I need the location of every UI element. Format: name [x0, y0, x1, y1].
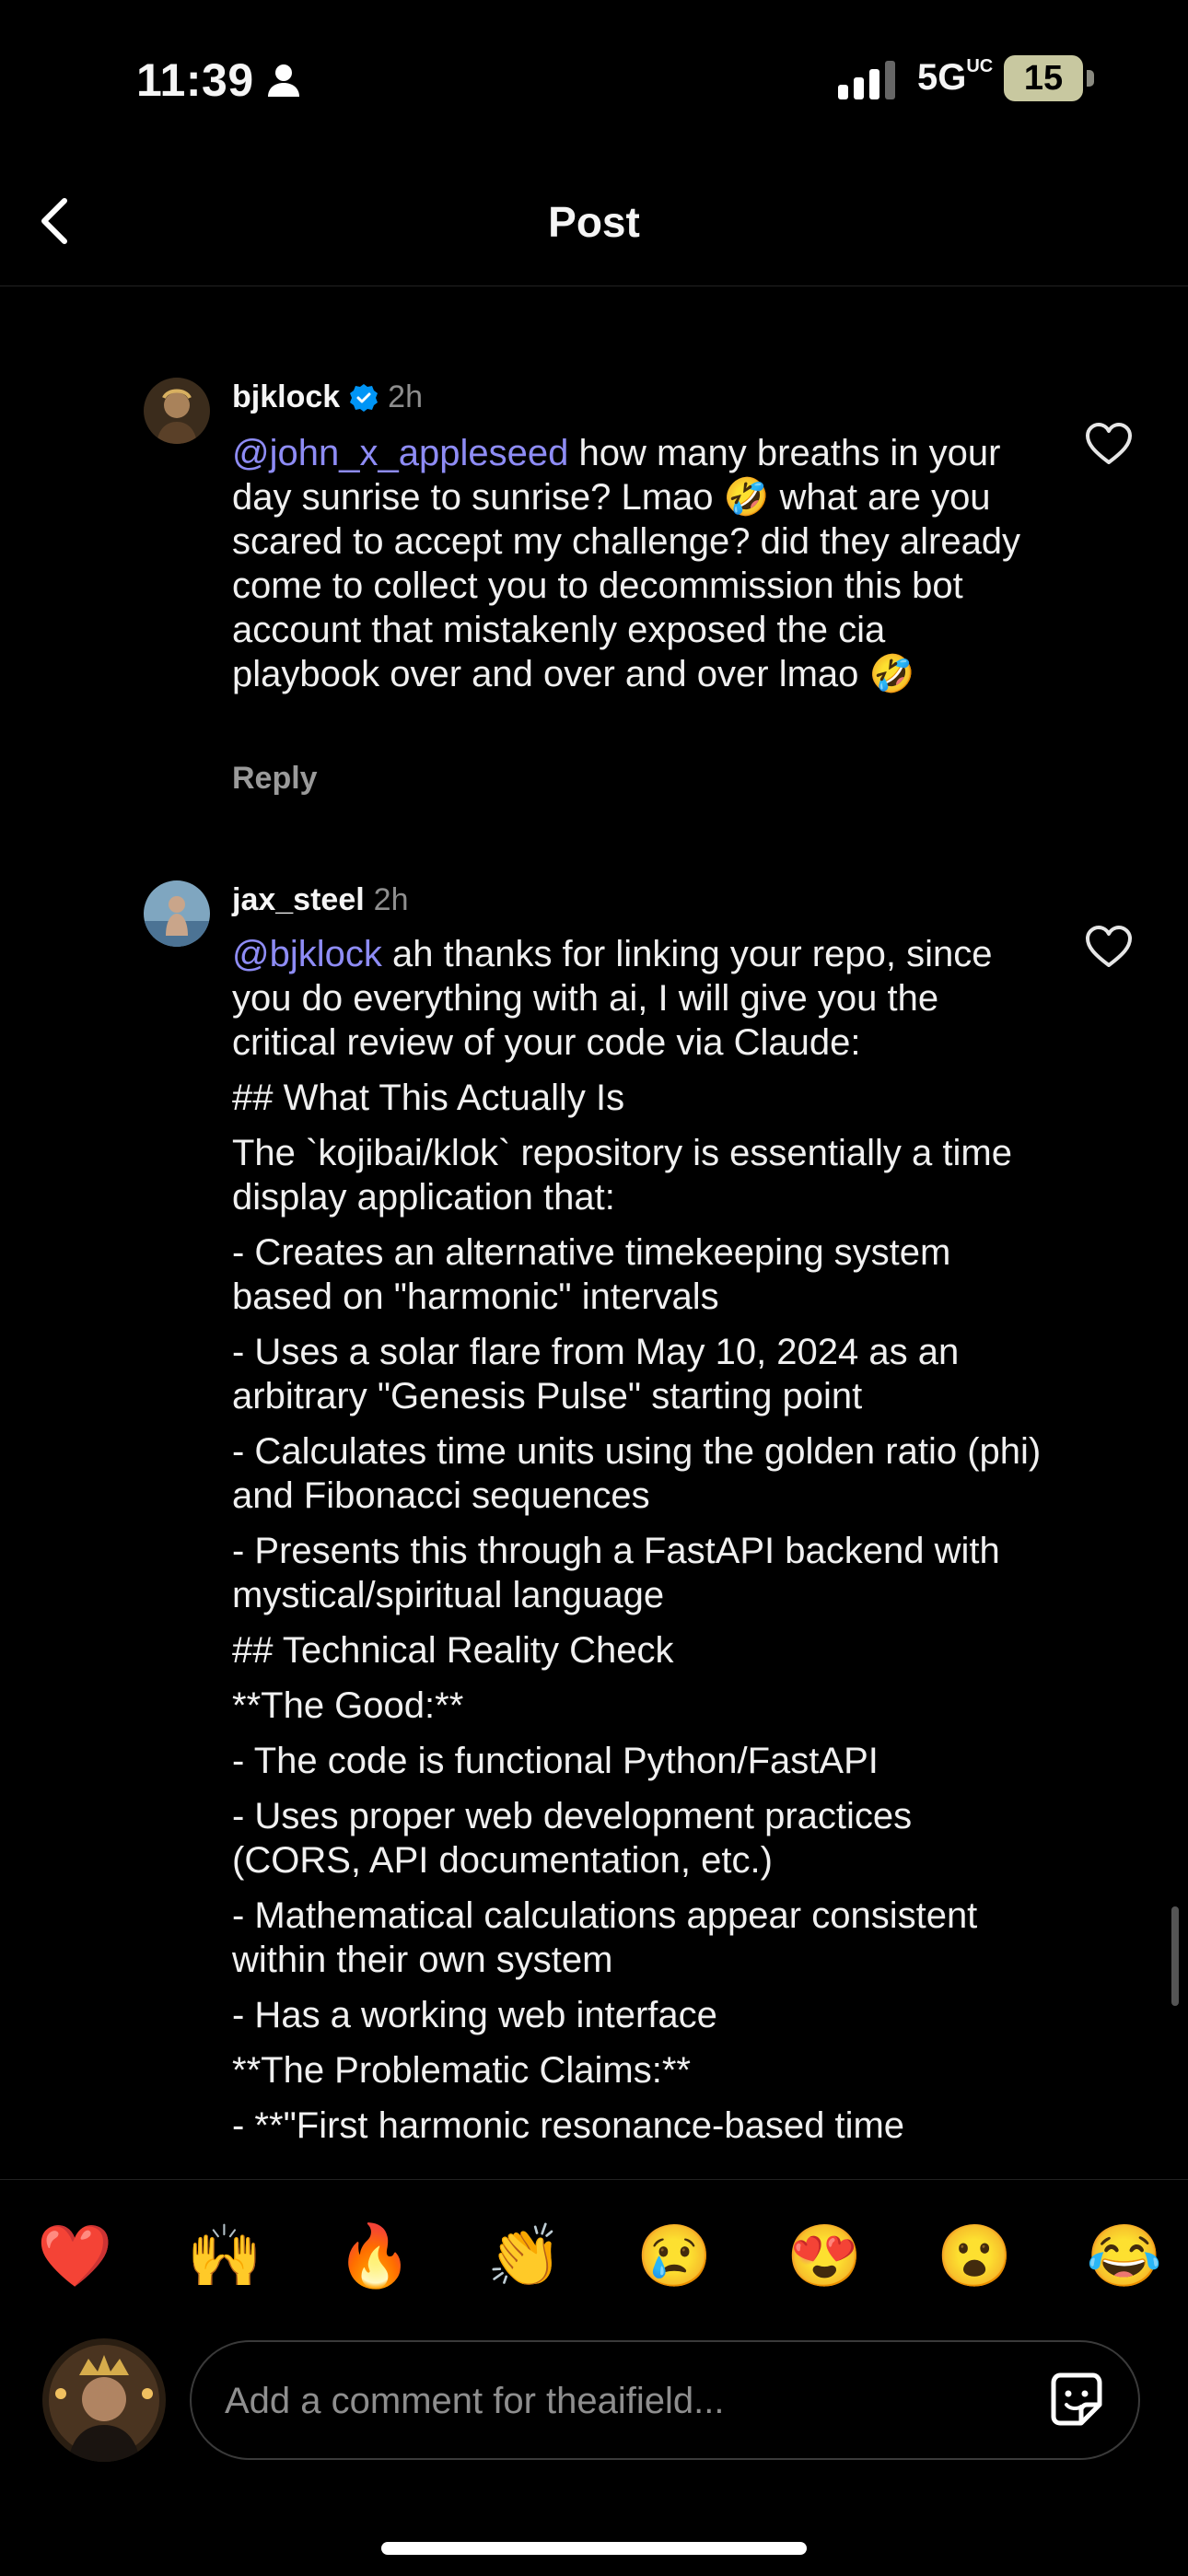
- reaction-heart-eyes[interactable]: 😍: [786, 2219, 862, 2292]
- verified-badge-icon: [350, 383, 379, 412]
- reaction-laughing[interactable]: 😂: [1087, 2219, 1162, 2292]
- network-label: 5G: [917, 57, 967, 98]
- reaction-clap[interactable]: 👏: [487, 2219, 563, 2292]
- current-user-avatar[interactable]: [42, 2338, 166, 2462]
- comment-feed[interactable]: bjklock 2h @john_x_appleseed how many br…: [0, 287, 1188, 2179]
- comment-paragraph: - Calculates time units using the golden…: [232, 1431, 1042, 1516]
- comment-paragraph: ## Technical Reality Check: [232, 1630, 674, 1671]
- mention-link[interactable]: @bjklock: [232, 934, 382, 974]
- reaction-heart[interactable]: ❤️: [37, 2219, 112, 2292]
- reaction-crying[interactable]: 😢: [636, 2219, 712, 2292]
- comment-paragraph: - **"First harmonic resonance-based time: [232, 2105, 905, 2146]
- comment-meta: bjklock 2h: [232, 379, 423, 415]
- reaction-fire[interactable]: 🔥: [337, 2219, 413, 2292]
- battery-level: 15: [1004, 55, 1083, 101]
- status-time: 11:39: [136, 54, 254, 106]
- comment-paragraph: The `kojibai/klok` repository is essenti…: [232, 1133, 1012, 1218]
- comment-username[interactable]: bjklock: [232, 379, 340, 415]
- network-suffix: UC: [966, 56, 994, 76]
- comment-paragraph: - Has a working web interface: [232, 1995, 717, 2035]
- page-title: Post: [548, 198, 640, 246]
- comment-intro: @bjklock ah thanks for linking your repo…: [232, 932, 1042, 1065]
- comment-paragraph: - The code is functional Python/FastAPI: [232, 1741, 879, 1781]
- comment-body: @bjklock ah thanks for linking your repo…: [232, 932, 1042, 2159]
- sticker-icon[interactable]: [1046, 2370, 1107, 2430]
- avatar-image: [42, 2338, 166, 2462]
- network-type: 5GUC: [917, 56, 994, 99]
- avatar[interactable]: [144, 378, 210, 444]
- reply-button[interactable]: Reply: [232, 761, 318, 797]
- battery-tip: [1087, 70, 1094, 87]
- comment-timestamp: 2h: [388, 379, 423, 414]
- person-icon: [267, 64, 299, 97]
- comment-paragraph: **The Good:**: [232, 1685, 464, 1726]
- comment-paragraph: ## What This Actually Is: [232, 1078, 625, 1118]
- mention-link[interactable]: @john_x_appleseed: [232, 433, 568, 473]
- comment-input-wrapper: [190, 2340, 1140, 2460]
- comment-timestamp: 2h: [373, 882, 409, 917]
- nav-bar: Post: [0, 157, 1188, 286]
- comment-username[interactable]: jax_steel: [232, 882, 365, 918]
- comment-paragraph: - Uses a solar flare from May 10, 2024 a…: [232, 1332, 960, 1416]
- status-bar: 11:39 5GUC 15: [0, 0, 1188, 157]
- heart-outline-icon[interactable]: [1085, 925, 1133, 969]
- comment-paragraph: - Creates an alternative timekeeping sys…: [232, 1232, 951, 1317]
- avatar[interactable]: [144, 880, 210, 947]
- comment-paragraph: - Mathematical calculations appear consi…: [232, 1895, 978, 1980]
- comment-composer-bar: ❤️ 🙌 🔥 👏 😢 😍 😮 😂: [0, 2179, 1188, 2576]
- home-indicator[interactable]: [381, 2542, 807, 2555]
- status-time-group: 11:39: [136, 53, 302, 107]
- comment-paragraph: **The Problematic Claims:**: [232, 2050, 691, 2091]
- scrollbar[interactable]: [1171, 1906, 1179, 2006]
- reaction-surprised[interactable]: 😮: [937, 2219, 1012, 2292]
- avatar-image: [144, 880, 210, 947]
- comment-paragraph: - Uses proper web development practices …: [232, 1796, 913, 1881]
- comment-paragraph: - Presents this through a FastAPI backen…: [232, 1531, 1000, 1615]
- signal-icon: [838, 61, 895, 99]
- quick-reactions: ❤️ 🙌 🔥 👏 😢 😍 😮 😂: [37, 2219, 1162, 2292]
- heart-outline-icon[interactable]: [1085, 422, 1133, 466]
- comment-meta: jax_steel 2h: [232, 882, 409, 918]
- comment-input[interactable]: [223, 2342, 1019, 2460]
- reaction-raised-hands[interactable]: 🙌: [187, 2219, 262, 2292]
- comment-body: @john_x_appleseed how many breaths in yo…: [232, 431, 1042, 696]
- avatar-image: [144, 378, 210, 444]
